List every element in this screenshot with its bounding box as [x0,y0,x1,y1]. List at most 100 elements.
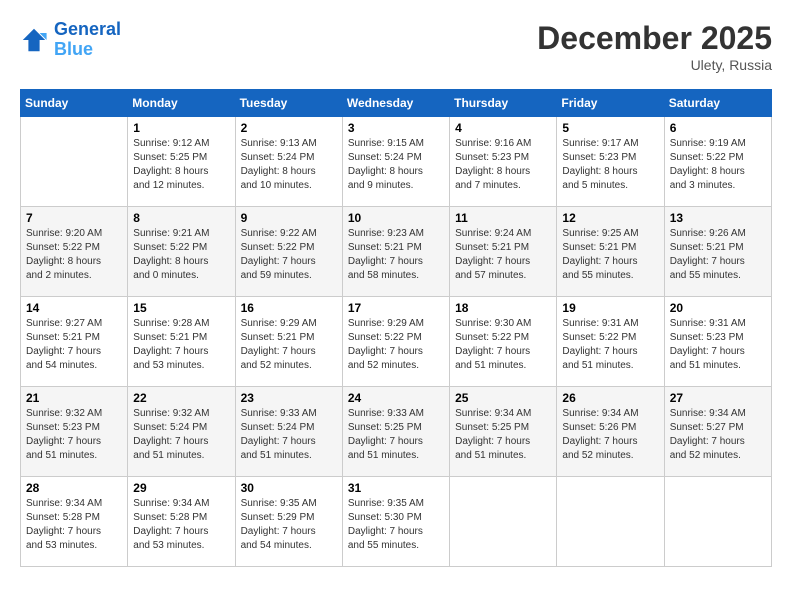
calendar-cell [664,477,771,567]
day-info: Sunrise: 9:16 AMSunset: 5:23 PMDaylight:… [455,137,551,193]
day-number: 11 [455,211,551,225]
day-info: Sunrise: 9:34 AMSunset: 5:25 PMDaylight:… [455,407,551,463]
calendar-cell: 9 Sunrise: 9:22 AMSunset: 5:22 PMDaylight… [235,207,342,297]
calendar-cell: 8 Sunrise: 9:21 AMSunset: 5:22 PMDaylight… [128,207,235,297]
day-info: Sunrise: 9:21 AMSunset: 5:22 PMDaylight:… [133,227,229,283]
calendar-cell: 3Sunrise: 9:15 AMSunset: 5:24 PMDaylight… [342,117,449,207]
col-header-monday: Monday [128,90,235,117]
calendar-cell: 26Sunrise: 9:34 AMSunset: 5:26 PMDayligh… [557,387,664,477]
day-number: 8 [133,211,229,225]
day-info: Sunrise: 9:28 AMSunset: 5:21 PMDaylight:… [133,317,229,373]
calendar-cell: 24Sunrise: 9:33 AMSunset: 5:25 PMDayligh… [342,387,449,477]
calendar-cell: 12 Sunrise: 9:25 AMSunset: 5:21 PMDayligh… [557,207,664,297]
calendar-cell: 27 Sunrise: 9:34 AMSunset: 5:27 PMDayligh… [664,387,771,477]
week-row-3: 21 Sunrise: 9:32 AMSunset: 5:23 PMDayligh… [21,387,772,477]
calendar-cell: 7 Sunrise: 9:20 AMSunset: 5:22 PMDaylight… [21,207,128,297]
day-info: Sunrise: 9:35 AMSunset: 5:29 PMDaylight:… [241,497,337,553]
calendar-cell: 4Sunrise: 9:16 AMSunset: 5:23 PMDaylight… [450,117,557,207]
calendar-header-row: SundayMondayTuesdayWednesdayThursdayFrid… [21,90,772,117]
calendar-table: SundayMondayTuesdayWednesdayThursdayFrid… [20,89,772,567]
day-info: Sunrise: 9:17 AMSunset: 5:23 PMDaylight:… [562,137,658,193]
day-info: Sunrise: 9:34 AMSunset: 5:27 PMDaylight:… [670,407,766,463]
day-info: Sunrise: 9:33 AMSunset: 5:25 PMDaylight:… [348,407,444,463]
day-info: Sunrise: 9:32 AMSunset: 5:23 PMDaylight:… [26,407,122,463]
calendar-cell: 21 Sunrise: 9:32 AMSunset: 5:23 PMDayligh… [21,387,128,477]
calendar-cell: 20Sunrise: 9:31 AMSunset: 5:23 PMDayligh… [664,297,771,387]
week-row-1: 7 Sunrise: 9:20 AMSunset: 5:22 PMDaylight… [21,207,772,297]
calendar-cell: 17Sunrise: 9:29 AMSunset: 5:22 PMDayligh… [342,297,449,387]
day-number: 19 [562,301,658,315]
day-info: Sunrise: 9:13 AMSunset: 5:24 PMDaylight:… [241,137,337,193]
day-number: 10 [348,211,444,225]
day-number: 27 [670,391,766,405]
day-info: Sunrise: 9:30 AMSunset: 5:22 PMDaylight:… [455,317,551,373]
day-info: Sunrise: 9:25 AMSunset: 5:21 PMDaylight:… [562,227,658,283]
calendar-cell: 25 Sunrise: 9:34 AMSunset: 5:25 PMDayligh… [450,387,557,477]
day-info: Sunrise: 9:24 AMSunset: 5:21 PMDaylight:… [455,227,551,283]
day-number: 31 [348,481,444,495]
day-number: 13 [670,211,766,225]
calendar-cell: 5 Sunrise: 9:17 AMSunset: 5:23 PMDaylight… [557,117,664,207]
day-info: Sunrise: 9:33 AMSunset: 5:24 PMDaylight:… [241,407,337,463]
day-number: 9 [241,211,337,225]
day-info: Sunrise: 9:26 AMSunset: 5:21 PMDaylight:… [670,227,766,283]
day-number: 3 [348,121,444,135]
page-header: General Blue December 2025 Ulety, Russia [20,20,772,73]
calendar-cell: 29 Sunrise: 9:34 AMSunset: 5:28 PMDayligh… [128,477,235,567]
col-header-thursday: Thursday [450,90,557,117]
day-info: Sunrise: 9:35 AMSunset: 5:30 PMDaylight:… [348,497,444,553]
calendar-cell: 14Sunrise: 9:27 AMSunset: 5:21 PMDayligh… [21,297,128,387]
day-info: Sunrise: 9:34 AMSunset: 5:28 PMDaylight:… [26,497,122,553]
calendar-cell [557,477,664,567]
calendar-cell: 6Sunrise: 9:19 AMSunset: 5:22 PMDaylight… [664,117,771,207]
col-header-tuesday: Tuesday [235,90,342,117]
day-info: Sunrise: 9:22 AMSunset: 5:22 PMDaylight:… [241,227,337,283]
day-number: 17 [348,301,444,315]
day-info: Sunrise: 9:34 AMSunset: 5:26 PMDaylight:… [562,407,658,463]
calendar-cell: 15 Sunrise: 9:28 AMSunset: 5:21 PMDayligh… [128,297,235,387]
logo-text: General Blue [54,20,121,60]
day-number: 23 [241,391,337,405]
calendar-cell: 28 Sunrise: 9:34 AMSunset: 5:28 PMDayligh… [21,477,128,567]
day-number: 5 [562,121,658,135]
day-number: 7 [26,211,122,225]
title-block: December 2025 Ulety, Russia [537,20,772,73]
day-number: 1 [133,121,229,135]
day-info: Sunrise: 9:20 AMSunset: 5:22 PMDaylight:… [26,227,122,283]
day-info: Sunrise: 9:34 AMSunset: 5:28 PMDaylight:… [133,497,229,553]
calendar-cell [450,477,557,567]
calendar-cell: 19 Sunrise: 9:31 AMSunset: 5:22 PMDayligh… [557,297,664,387]
calendar-cell: 22Sunrise: 9:32 AMSunset: 5:24 PMDayligh… [128,387,235,477]
calendar-cell: 31 Sunrise: 9:35 AMSunset: 5:30 PMDayligh… [342,477,449,567]
calendar-cell: 18 Sunrise: 9:30 AMSunset: 5:22 PMDayligh… [450,297,557,387]
day-info: Sunrise: 9:23 AMSunset: 5:21 PMDaylight:… [348,227,444,283]
day-number: 18 [455,301,551,315]
calendar-cell [21,117,128,207]
day-number: 15 [133,301,229,315]
col-header-saturday: Saturday [664,90,771,117]
logo-icon [20,26,48,54]
calendar-cell: 30Sunrise: 9:35 AMSunset: 5:29 PMDayligh… [235,477,342,567]
week-row-2: 14Sunrise: 9:27 AMSunset: 5:21 PMDayligh… [21,297,772,387]
col-header-friday: Friday [557,90,664,117]
day-info: Sunrise: 9:12 AMSunset: 5:25 PMDaylight:… [133,137,229,193]
day-number: 29 [133,481,229,495]
day-number: 28 [26,481,122,495]
col-header-wednesday: Wednesday [342,90,449,117]
day-number: 22 [133,391,229,405]
col-header-sunday: Sunday [21,90,128,117]
day-number: 12 [562,211,658,225]
calendar-cell: 10 Sunrise: 9:23 AMSunset: 5:21 PMDayligh… [342,207,449,297]
day-info: Sunrise: 9:31 AMSunset: 5:22 PMDaylight:… [562,317,658,373]
week-row-0: 1 Sunrise: 9:12 AMSunset: 5:25 PMDaylight… [21,117,772,207]
calendar-cell: 16Sunrise: 9:29 AMSunset: 5:21 PMDayligh… [235,297,342,387]
day-info: Sunrise: 9:31 AMSunset: 5:23 PMDaylight:… [670,317,766,373]
calendar-cell: 11 Sunrise: 9:24 AMSunset: 5:21 PMDayligh… [450,207,557,297]
day-number: 2 [241,121,337,135]
day-number: 25 [455,391,551,405]
calendar-cell: 2 Sunrise: 9:13 AMSunset: 5:24 PMDaylight… [235,117,342,207]
calendar-cell: 23 Sunrise: 9:33 AMSunset: 5:24 PMDayligh… [235,387,342,477]
day-number: 16 [241,301,337,315]
calendar-cell: 1 Sunrise: 9:12 AMSunset: 5:25 PMDaylight… [128,117,235,207]
day-number: 21 [26,391,122,405]
